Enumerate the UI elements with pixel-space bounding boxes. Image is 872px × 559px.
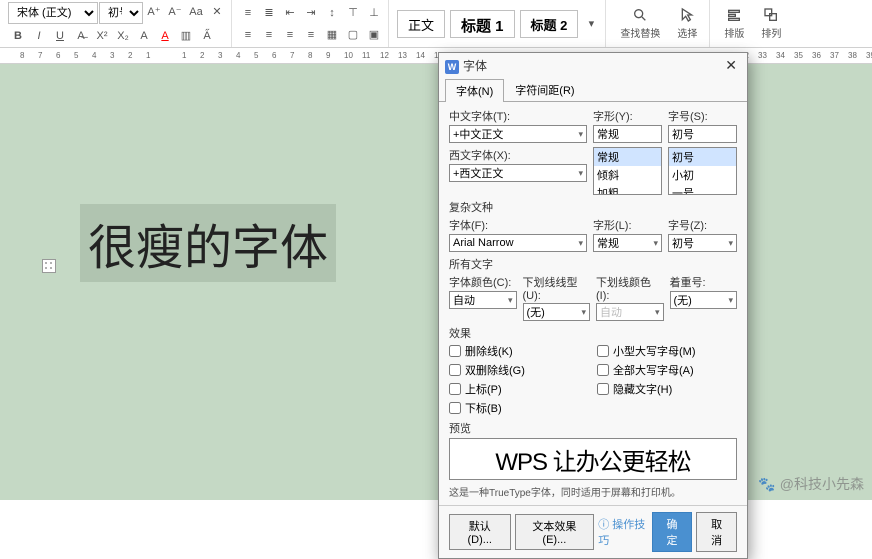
font-color-icon[interactable]: A [155, 26, 175, 46]
increase-font-icon[interactable]: A⁺ [144, 2, 164, 22]
style-h2[interactable]: 标题 2 [520, 10, 579, 38]
bold-icon[interactable]: B [8, 26, 28, 46]
cancel-button[interactable]: 取消 [696, 512, 737, 552]
subscript-icon[interactable]: X₂ [113, 26, 133, 46]
distributed-icon[interactable]: ▦ [322, 25, 342, 45]
superscript-checkbox[interactable]: 上标(P) [449, 381, 589, 397]
complex-size-combo[interactable]: 初号▾ [668, 234, 737, 252]
select-button[interactable]: 选择 [669, 5, 705, 42]
style-h1[interactable]: 标题 1 [450, 10, 515, 38]
western-font-label: 西文字体(X): [449, 147, 587, 163]
complex-style-label: 字形(L): [593, 217, 662, 233]
underline-label: 下划线线型(U): [523, 274, 591, 302]
change-case-icon[interactable]: Aa [186, 2, 206, 22]
chinese-font-label: 中文字体(T): [449, 108, 587, 124]
size-combo[interactable]: 初号 [668, 125, 737, 143]
text-effects-button[interactable]: 文本效果(E)... [515, 514, 595, 550]
align-left-icon[interactable]: ≡ [238, 25, 258, 45]
selected-text[interactable]: 很瘦的字体 [80, 204, 336, 282]
size-listbox[interactable]: 初号 小初 一号 [668, 147, 737, 195]
borders-icon[interactable]: ▢ [343, 25, 363, 45]
italic-icon[interactable]: I [29, 26, 49, 46]
strikethrough-checkbox[interactable]: 删除线(K) [449, 343, 589, 359]
find-replace-button[interactable]: 查找替换 [612, 5, 668, 42]
watermark: 🐾@科技小先森 [758, 474, 864, 494]
ok-button[interactable]: 确定 [652, 512, 693, 552]
align-top-icon[interactable]: ⊤ [343, 3, 363, 23]
align-right-icon[interactable]: ≡ [280, 25, 300, 45]
decrease-font-icon[interactable]: A⁻ [165, 2, 185, 22]
underline-color-label: 下划线颜色(I): [596, 274, 664, 302]
style-label: 字形(Y): [593, 108, 662, 124]
emphasis-label: 着重号: [670, 274, 738, 290]
align-bottom-icon[interactable]: ⊥ [364, 3, 384, 23]
small-caps-checkbox[interactable]: 小型大写字母(M) [597, 343, 737, 359]
complex-size-label: 字号(Z): [668, 217, 737, 233]
tab-spacing[interactable]: 字符间距(R) [504, 78, 585, 101]
clear-format-icon[interactable]: ✕ [207, 2, 227, 22]
superscript-icon[interactable]: X² [92, 26, 112, 46]
layout-group: 排版 排列 [712, 0, 793, 47]
preview-section-label: 预览 [449, 420, 737, 436]
style-body[interactable]: 正文 [397, 10, 445, 38]
effects-section-label: 效果 [449, 325, 737, 341]
complex-font-label: 字体(F): [449, 217, 587, 233]
underline-icon[interactable]: U [50, 26, 70, 46]
underline-color-combo: 自动▾ [596, 303, 664, 321]
size-label: 字号(S): [668, 108, 737, 124]
font-dialog: W 字体 ✕ 字体(N) 字符间距(R) 中文字体(T): +中文正文▾ 字形(Y… [438, 52, 748, 559]
default-button[interactable]: 默认(D)... [449, 514, 511, 550]
decrease-indent-icon[interactable]: ⇤ [280, 3, 300, 23]
western-font-combo[interactable]: +西文正文▾ [449, 164, 587, 182]
dialog-tabs: 字体(N) 字符间距(R) [439, 78, 747, 102]
dialog-title-text: 字体 [463, 59, 487, 73]
strikethrough-icon[interactable]: A̶ [71, 26, 91, 46]
preview-box: WPS 让办公更轻松 [449, 438, 737, 480]
paragraph-group: ≡ ≣ ⇤ ⇥ ↕ ⊤ ⊥ ≡ ≡ ≡ ≡ ▦ ▢ ▣ [234, 0, 389, 47]
complex-font-combo[interactable]: Arial Narrow▾ [449, 234, 587, 252]
editing-group: 查找替换 选择 [608, 0, 710, 47]
emphasis-combo[interactable]: (无)▾ [670, 291, 738, 309]
move-handle-icon[interactable] [42, 259, 56, 273]
align-justify-icon[interactable]: ≡ [301, 25, 321, 45]
chinese-font-combo[interactable]: +中文正文▾ [449, 125, 587, 143]
all-text-section-label: 所有文字 [449, 256, 737, 272]
font-color-label: 字体颜色(C): [449, 274, 517, 290]
underline-combo[interactable]: (无)▾ [523, 303, 591, 321]
styles-group: 正文 标题 1 标题 2 ▾ [391, 0, 606, 47]
complex-style-combo[interactable]: 常规▾ [593, 234, 662, 252]
main-toolbar: 宋体 (正文) 初号 A⁺ A⁻ Aa ✕ B I U A̶ X² X₂ A A… [0, 0, 872, 48]
preview-note: 这是一种TrueType字体，同时适用于屏幕和打印机。 [449, 484, 737, 499]
highlight-icon[interactable]: A [134, 26, 154, 46]
font-family-select[interactable]: 宋体 (正文) [8, 2, 98, 24]
complex-section-label: 复杂文种 [449, 199, 737, 215]
hidden-checkbox[interactable]: 隐藏文字(H) [597, 381, 737, 397]
all-caps-checkbox[interactable]: 全部大写字母(A) [597, 362, 737, 378]
dialog-titlebar[interactable]: W 字体 ✕ [439, 53, 747, 78]
arrange-button[interactable]: 排列 [753, 5, 789, 42]
tips-link[interactable]: ⓘ 操作技巧 [598, 516, 647, 548]
double-strikethrough-checkbox[interactable]: 双删除线(G) [449, 362, 589, 378]
increase-indent-icon[interactable]: ⇥ [301, 3, 321, 23]
style-listbox[interactable]: 常规 倾斜 加粗 [593, 147, 662, 195]
insert-icon[interactable]: ▣ [364, 25, 384, 45]
subscript-checkbox[interactable]: 下标(B) [449, 400, 589, 416]
phonetic-icon[interactable]: A̋ [197, 26, 217, 46]
font-group: 宋体 (正文) 初号 A⁺ A⁻ Aa ✕ B I U A̶ X² X₂ A A… [4, 0, 232, 47]
bullets-icon[interactable]: ≡ [238, 3, 258, 23]
font-size-select[interactable]: 初号 [99, 2, 143, 24]
style-combo[interactable]: 常规 [593, 125, 662, 143]
layout-button[interactable]: 排版 [716, 5, 752, 42]
line-spacing-icon[interactable]: ↕ [322, 3, 342, 23]
wps-icon: W [445, 60, 459, 74]
tab-font[interactable]: 字体(N) [445, 79, 504, 102]
numbering-icon[interactable]: ≣ [259, 3, 279, 23]
shading-icon[interactable]: ▥ [176, 26, 196, 46]
align-center-icon[interactable]: ≡ [259, 25, 279, 45]
close-icon[interactable]: ✕ [721, 57, 741, 74]
font-color-combo[interactable]: 自动▾ [449, 291, 517, 309]
styles-more-icon[interactable]: ▾ [581, 14, 601, 34]
